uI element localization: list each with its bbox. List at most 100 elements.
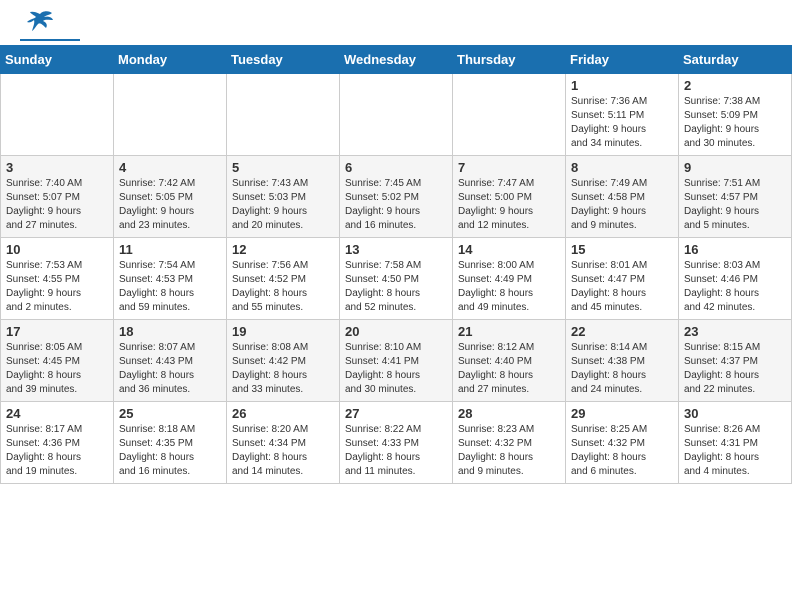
calendar-cell bbox=[114, 74, 227, 156]
day-number: 24 bbox=[6, 406, 108, 421]
day-number: 19 bbox=[232, 324, 334, 339]
weekday-header-thursday: Thursday bbox=[453, 46, 566, 74]
day-info: Sunrise: 8:10 AM Sunset: 4:41 PM Dayligh… bbox=[345, 341, 447, 397]
day-number: 4 bbox=[119, 160, 221, 175]
day-number: 2 bbox=[684, 78, 786, 93]
day-number: 21 bbox=[458, 324, 560, 339]
weekday-header-saturday: Saturday bbox=[679, 46, 792, 74]
day-number: 14 bbox=[458, 242, 560, 257]
day-info: Sunrise: 7:42 AM Sunset: 5:05 PM Dayligh… bbox=[119, 177, 221, 233]
calendar-cell: 17 Sunrise: 8:05 AM Sunset: 4:45 PM Dayli… bbox=[1, 320, 114, 402]
day-number: 28 bbox=[458, 406, 560, 421]
calendar-cell: 5 Sunrise: 7:43 AM Sunset: 5:03 PM Daylig… bbox=[227, 156, 340, 238]
day-info: Sunrise: 7:36 AM Sunset: 5:11 PM Dayligh… bbox=[571, 95, 673, 151]
logo bbox=[20, 16, 80, 41]
calendar-cell: 21 Sunrise: 8:12 AM Sunset: 4:40 PM Dayli… bbox=[453, 320, 566, 402]
calendar-cell: 14 Sunrise: 8:00 AM Sunset: 4:49 PM Dayli… bbox=[453, 238, 566, 320]
calendar-cell: 18 Sunrise: 8:07 AM Sunset: 4:43 PM Dayli… bbox=[114, 320, 227, 402]
day-info: Sunrise: 8:20 AM Sunset: 4:34 PM Dayligh… bbox=[232, 423, 334, 479]
day-info: Sunrise: 8:22 AM Sunset: 4:33 PM Dayligh… bbox=[345, 423, 447, 479]
calendar-cell: 13 Sunrise: 7:58 AM Sunset: 4:50 PM Dayli… bbox=[340, 238, 453, 320]
day-info: Sunrise: 8:25 AM Sunset: 4:32 PM Dayligh… bbox=[571, 423, 673, 479]
day-info: Sunrise: 7:38 AM Sunset: 5:09 PM Dayligh… bbox=[684, 95, 786, 151]
day-number: 9 bbox=[684, 160, 786, 175]
calendar-cell: 7 Sunrise: 7:47 AM Sunset: 5:00 PM Daylig… bbox=[453, 156, 566, 238]
day-number: 30 bbox=[684, 406, 786, 421]
calendar-cell bbox=[227, 74, 340, 156]
calendar-cell: 19 Sunrise: 8:08 AM Sunset: 4:42 PM Dayli… bbox=[227, 320, 340, 402]
calendar-cell: 11Sunrise: 7:54 AM Sunset: 4:53 PM Dayli… bbox=[114, 238, 227, 320]
calendar-cell: 2 Sunrise: 7:38 AM Sunset: 5:09 PM Daylig… bbox=[679, 74, 792, 156]
weekday-header-sunday: Sunday bbox=[1, 46, 114, 74]
day-info: Sunrise: 8:15 AM Sunset: 4:37 PM Dayligh… bbox=[684, 341, 786, 397]
day-number: 16 bbox=[684, 242, 786, 257]
logo-underline bbox=[20, 39, 80, 41]
day-info: Sunrise: 7:40 AM Sunset: 5:07 PM Dayligh… bbox=[6, 177, 108, 233]
calendar-cell: 22Sunrise: 8:14 AM Sunset: 4:38 PM Dayli… bbox=[566, 320, 679, 402]
weekday-header-friday: Friday bbox=[566, 46, 679, 74]
weekday-header-row: SundayMondayTuesdayWednesdayThursdayFrid… bbox=[1, 46, 792, 74]
day-number: 5 bbox=[232, 160, 334, 175]
day-info: Sunrise: 7:53 AM Sunset: 4:55 PM Dayligh… bbox=[6, 259, 108, 315]
calendar-cell: 4 Sunrise: 7:42 AM Sunset: 5:05 PM Daylig… bbox=[114, 156, 227, 238]
calendar-cell: 30 Sunrise: 8:26 AM Sunset: 4:31 PM Dayli… bbox=[679, 402, 792, 484]
day-info: Sunrise: 8:00 AM Sunset: 4:49 PM Dayligh… bbox=[458, 259, 560, 315]
calendar-week-1: 1 Sunrise: 7:36 AM Sunset: 5:11 PM Daylig… bbox=[1, 74, 792, 156]
day-info: Sunrise: 8:05 AM Sunset: 4:45 PM Dayligh… bbox=[6, 341, 108, 397]
calendar-cell: 25 Sunrise: 8:18 AM Sunset: 4:35 PM Dayli… bbox=[114, 402, 227, 484]
day-number: 17 bbox=[6, 324, 108, 339]
calendar-cell: 29 Sunrise: 8:25 AM Sunset: 4:32 PM Dayli… bbox=[566, 402, 679, 484]
day-info: Sunrise: 8:07 AM Sunset: 4:43 PM Dayligh… bbox=[119, 341, 221, 397]
calendar-cell: 1 Sunrise: 7:36 AM Sunset: 5:11 PM Daylig… bbox=[566, 74, 679, 156]
day-number: 3 bbox=[6, 160, 108, 175]
day-number: 13 bbox=[345, 242, 447, 257]
weekday-header-tuesday: Tuesday bbox=[227, 46, 340, 74]
day-number: 26 bbox=[232, 406, 334, 421]
day-number: 29 bbox=[571, 406, 673, 421]
weekday-header-monday: Monday bbox=[114, 46, 227, 74]
day-info: Sunrise: 7:58 AM Sunset: 4:50 PM Dayligh… bbox=[345, 259, 447, 315]
calendar-cell: 16 Sunrise: 8:03 AM Sunset: 4:46 PM Dayli… bbox=[679, 238, 792, 320]
calendar-cell: 9 Sunrise: 7:51 AM Sunset: 4:57 PM Daylig… bbox=[679, 156, 792, 238]
day-number: 25 bbox=[119, 406, 221, 421]
day-info: Sunrise: 7:45 AM Sunset: 5:02 PM Dayligh… bbox=[345, 177, 447, 233]
calendar-cell: 20 Sunrise: 8:10 AM Sunset: 4:41 PM Dayli… bbox=[340, 320, 453, 402]
day-info: Sunrise: 7:43 AM Sunset: 5:03 PM Dayligh… bbox=[232, 177, 334, 233]
calendar-cell: 24 Sunrise: 8:17 AM Sunset: 4:36 PM Dayli… bbox=[1, 402, 114, 484]
day-number: 10 bbox=[6, 242, 108, 257]
calendar-cell: 28Sunrise: 8:23 AM Sunset: 4:32 PM Dayli… bbox=[453, 402, 566, 484]
weekday-header-wednesday: Wednesday bbox=[340, 46, 453, 74]
day-number: 11 bbox=[119, 242, 221, 257]
day-info: Sunrise: 8:03 AM Sunset: 4:46 PM Dayligh… bbox=[684, 259, 786, 315]
day-info: Sunrise: 7:51 AM Sunset: 4:57 PM Dayligh… bbox=[684, 177, 786, 233]
day-number: 12 bbox=[232, 242, 334, 257]
page-header bbox=[0, 0, 792, 45]
calendar-cell: 27Sunrise: 8:22 AM Sunset: 4:33 PM Dayli… bbox=[340, 402, 453, 484]
day-info: Sunrise: 7:49 AM Sunset: 4:58 PM Dayligh… bbox=[571, 177, 673, 233]
day-info: Sunrise: 7:47 AM Sunset: 5:00 PM Dayligh… bbox=[458, 177, 560, 233]
day-number: 7 bbox=[458, 160, 560, 175]
calendar-week-5: 24 Sunrise: 8:17 AM Sunset: 4:36 PM Dayli… bbox=[1, 402, 792, 484]
day-number: 22 bbox=[571, 324, 673, 339]
day-number: 1 bbox=[571, 78, 673, 93]
calendar-cell bbox=[340, 74, 453, 156]
calendar-cell bbox=[1, 74, 114, 156]
calendar-cell: 10 Sunrise: 7:53 AM Sunset: 4:55 PM Dayli… bbox=[1, 238, 114, 320]
day-number: 20 bbox=[345, 324, 447, 339]
calendar-cell: 8Sunrise: 7:49 AM Sunset: 4:58 PM Daylig… bbox=[566, 156, 679, 238]
day-info: Sunrise: 8:08 AM Sunset: 4:42 PM Dayligh… bbox=[232, 341, 334, 397]
day-info: Sunrise: 8:17 AM Sunset: 4:36 PM Dayligh… bbox=[6, 423, 108, 479]
calendar-week-3: 10 Sunrise: 7:53 AM Sunset: 4:55 PM Dayli… bbox=[1, 238, 792, 320]
day-info: Sunrise: 8:18 AM Sunset: 4:35 PM Dayligh… bbox=[119, 423, 221, 479]
day-number: 15 bbox=[571, 242, 673, 257]
calendar-cell: 3 Sunrise: 7:40 AM Sunset: 5:07 PM Daylig… bbox=[1, 156, 114, 238]
day-number: 23 bbox=[684, 324, 786, 339]
calendar-cell: 15Sunrise: 8:01 AM Sunset: 4:47 PM Dayli… bbox=[566, 238, 679, 320]
calendar-cell: 23 Sunrise: 8:15 AM Sunset: 4:37 PM Dayli… bbox=[679, 320, 792, 402]
calendar-week-2: 3 Sunrise: 7:40 AM Sunset: 5:07 PM Daylig… bbox=[1, 156, 792, 238]
day-number: 18 bbox=[119, 324, 221, 339]
day-info: Sunrise: 8:26 AM Sunset: 4:31 PM Dayligh… bbox=[684, 423, 786, 479]
calendar-cell bbox=[453, 74, 566, 156]
logo-bird-icon bbox=[26, 10, 54, 38]
day-info: Sunrise: 8:12 AM Sunset: 4:40 PM Dayligh… bbox=[458, 341, 560, 397]
